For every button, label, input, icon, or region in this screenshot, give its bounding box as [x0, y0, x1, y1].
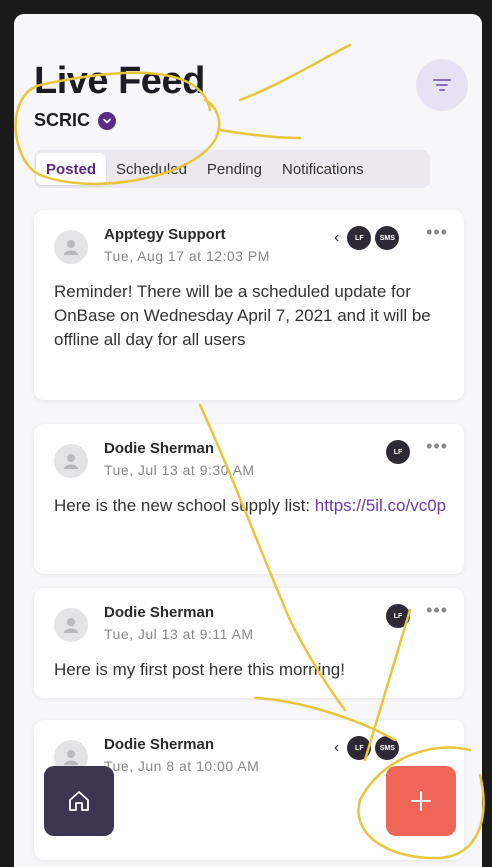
channel-badge: LF	[347, 226, 372, 250]
channel-badge: LF	[386, 440, 410, 464]
plus-icon	[411, 791, 431, 811]
org-selector[interactable]: SCRIC	[34, 110, 117, 131]
post-card[interactable]: Dodie Sherman Tue, Jul 13 at 9:11 AM LF …	[34, 588, 464, 698]
post-body: Here is the new school supply list: http…	[54, 494, 449, 518]
post-date: Tue, Jul 13 at 9:30 AM	[104, 462, 255, 478]
user-icon	[54, 444, 88, 478]
more-options-button[interactable]: •••	[426, 600, 448, 621]
post-author: Dodie Sherman	[104, 736, 215, 753]
app-screen: Live Feed SCRIC Posted Scheduled Pending…	[14, 14, 482, 867]
page-title: Live Feed	[34, 60, 205, 102]
more-options-button[interactable]: •••	[426, 436, 448, 457]
channel-badges: LF	[386, 440, 410, 464]
post-author: Apptegy Support	[104, 226, 226, 243]
post-body: Here is my first post here this morning!	[54, 660, 345, 679]
channel-badge: LF	[347, 736, 372, 760]
home-button[interactable]	[44, 766, 114, 836]
feed-tabs: Posted Scheduled Pending Notifications	[34, 150, 430, 188]
tab-posted[interactable]: Posted	[36, 153, 107, 185]
add-post-button[interactable]	[386, 766, 456, 836]
post-text: Here is the new school supply list:	[54, 496, 315, 515]
user-icon	[54, 608, 88, 642]
filter-icon	[433, 79, 451, 91]
post-author: Dodie Sherman	[104, 440, 215, 457]
post-date: Tue, Jun 8 at 10:00 AM	[104, 758, 260, 774]
channel-badge: SMS	[375, 226, 400, 250]
channel-badge: SMS	[375, 736, 400, 760]
post-link[interactable]: https://5il.co/vc0p	[315, 496, 446, 515]
more-options-button[interactable]: •••	[426, 222, 448, 243]
post-body: Reminder! There will be a scheduled upda…	[54, 282, 431, 349]
chevron-left-icon[interactable]: ‹	[334, 229, 339, 247]
filter-button[interactable]	[416, 59, 468, 111]
org-name: SCRIC	[34, 110, 91, 130]
channel-badge: LF	[386, 604, 410, 628]
tab-pending[interactable]: Pending	[197, 153, 272, 185]
home-icon	[69, 791, 89, 811]
post-date: Tue, Aug 17 at 12:03 PM	[104, 248, 270, 264]
chevron-down-icon	[98, 111, 117, 130]
post-date: Tue, Jul 13 at 9:11 AM	[104, 626, 254, 642]
user-icon	[54, 230, 88, 264]
chevron-left-icon[interactable]: ‹	[334, 739, 339, 757]
post-card[interactable]: Dodie Sherman Tue, Jul 13 at 9:30 AM LF …	[34, 424, 464, 574]
post-card[interactable]: Apptegy Support Tue, Aug 17 at 12:03 PM …	[34, 210, 464, 400]
channel-badges: ‹ LF SMS	[334, 226, 400, 250]
channel-badges: ‹ LF SMS	[334, 736, 400, 760]
post-author: Dodie Sherman	[104, 604, 215, 621]
channel-badges: LF	[386, 604, 410, 628]
tab-notifications[interactable]: Notifications	[272, 153, 374, 185]
tab-scheduled[interactable]: Scheduled	[106, 153, 197, 185]
